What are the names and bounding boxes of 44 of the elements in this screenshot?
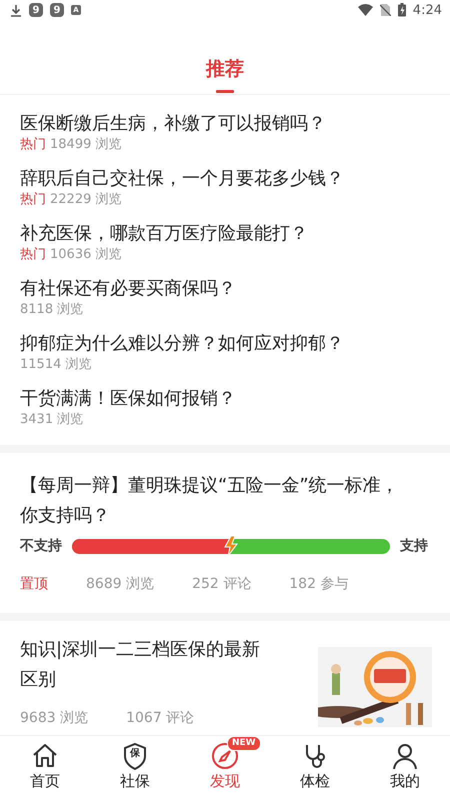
- hot-tag: 热门: [20, 190, 46, 208]
- nav-tab[interactable]: 保 社保: [90, 736, 180, 800]
- new-badge: NEW: [227, 736, 261, 751]
- view-count: 11514 浏览: [20, 356, 92, 374]
- clock-time: 4:24: [412, 2, 442, 18]
- nav-tab[interactable]: 体检: [270, 736, 360, 800]
- view-count: 8118 浏览: [20, 300, 84, 318]
- view-count: 18499 浏览: [50, 136, 122, 154]
- view-count: 8689 浏览: [86, 575, 154, 593]
- lightning-icon: [224, 536, 238, 556]
- battery-icon: [398, 3, 406, 17]
- no-sim-icon: [380, 4, 391, 16]
- article-title[interactable]: 抑郁症为什么难以分辨？如何应对抑郁？: [20, 332, 450, 356]
- article-title[interactable]: 干货满满！医保如何报销？: [20, 386, 450, 410]
- hot-tag: 热门: [20, 246, 46, 264]
- home-icon: [31, 742, 59, 770]
- article-title[interactable]: 辞职后自己交社保，一个月要花多少钱？: [20, 166, 450, 190]
- tab[interactable]: 推荐: [202, 20, 248, 94]
- hot-tag: 热门: [20, 136, 46, 154]
- view-count: 9683 浏览: [20, 709, 88, 727]
- icon-glyph: 保: [128, 747, 141, 760]
- comment-count: 1067 评论: [126, 709, 194, 727]
- article-title[interactable]: 补充医保，哪款百万医疗险最能打？: [20, 222, 450, 246]
- wifi-icon: [358, 4, 373, 16]
- person-icon: [391, 742, 419, 770]
- debate-title[interactable]: 【每周一辩】董明珠提议“五险一金”统一标准，你支持吗？: [20, 471, 412, 531]
- view-count: 3431 浏览: [20, 410, 84, 428]
- article-title[interactable]: 知识|深圳一二三档医保的最新区别: [20, 635, 272, 695]
- nav-tab[interactable]: NEW 发现: [180, 736, 270, 800]
- comment-count: 252 评论: [192, 575, 252, 593]
- notification-icon: 9: [29, 3, 43, 17]
- pinned-tag: 置顶: [20, 575, 48, 593]
- view-count: 22229 浏览: [50, 190, 122, 208]
- download-icon: [10, 4, 22, 16]
- oppose-label[interactable]: 不支持: [20, 537, 62, 555]
- shield-icon: [121, 742, 149, 770]
- article-title[interactable]: 有社保还有必要买商保吗？: [20, 276, 450, 300]
- participant-count: 182 参与: [289, 575, 348, 593]
- notification-icon: 9: [50, 3, 64, 17]
- support-label[interactable]: 支持: [400, 537, 428, 555]
- nav-tab[interactable]: 首页: [0, 736, 90, 800]
- article-title[interactable]: 医保断缴后生病，补缴了可以报销吗？: [20, 112, 450, 136]
- view-count: 10636 浏览: [50, 246, 122, 264]
- nav-tab[interactable]: 我的: [360, 736, 450, 800]
